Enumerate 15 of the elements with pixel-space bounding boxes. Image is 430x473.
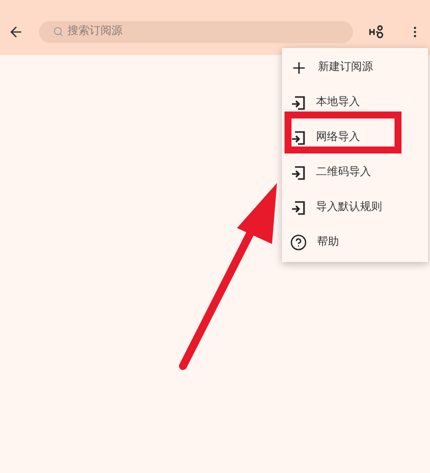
help-icon [290, 234, 307, 251]
import-icon [290, 130, 306, 146]
menu-item[interactable]: 新建订阅源 [282, 50, 428, 85]
search-bar[interactable]: 搜索订阅源 [39, 20, 353, 42]
search-field[interactable]: 搜索订阅源 [68, 23, 339, 40]
menu-item[interactable]: 二维码导入 [282, 155, 428, 190]
menu-item[interactable]: 帮助 [282, 225, 428, 260]
menu-item[interactable]: 导入默认规则 [282, 190, 428, 225]
search-icon [53, 26, 64, 37]
menu-item[interactable]: 网络导入 [282, 120, 428, 155]
import-icon [290, 164, 306, 180]
import-icon [290, 94, 306, 110]
import-icon [290, 200, 306, 216]
group-icon[interactable] [368, 22, 386, 40]
menu-item[interactable]: 本地导入 [282, 85, 428, 120]
